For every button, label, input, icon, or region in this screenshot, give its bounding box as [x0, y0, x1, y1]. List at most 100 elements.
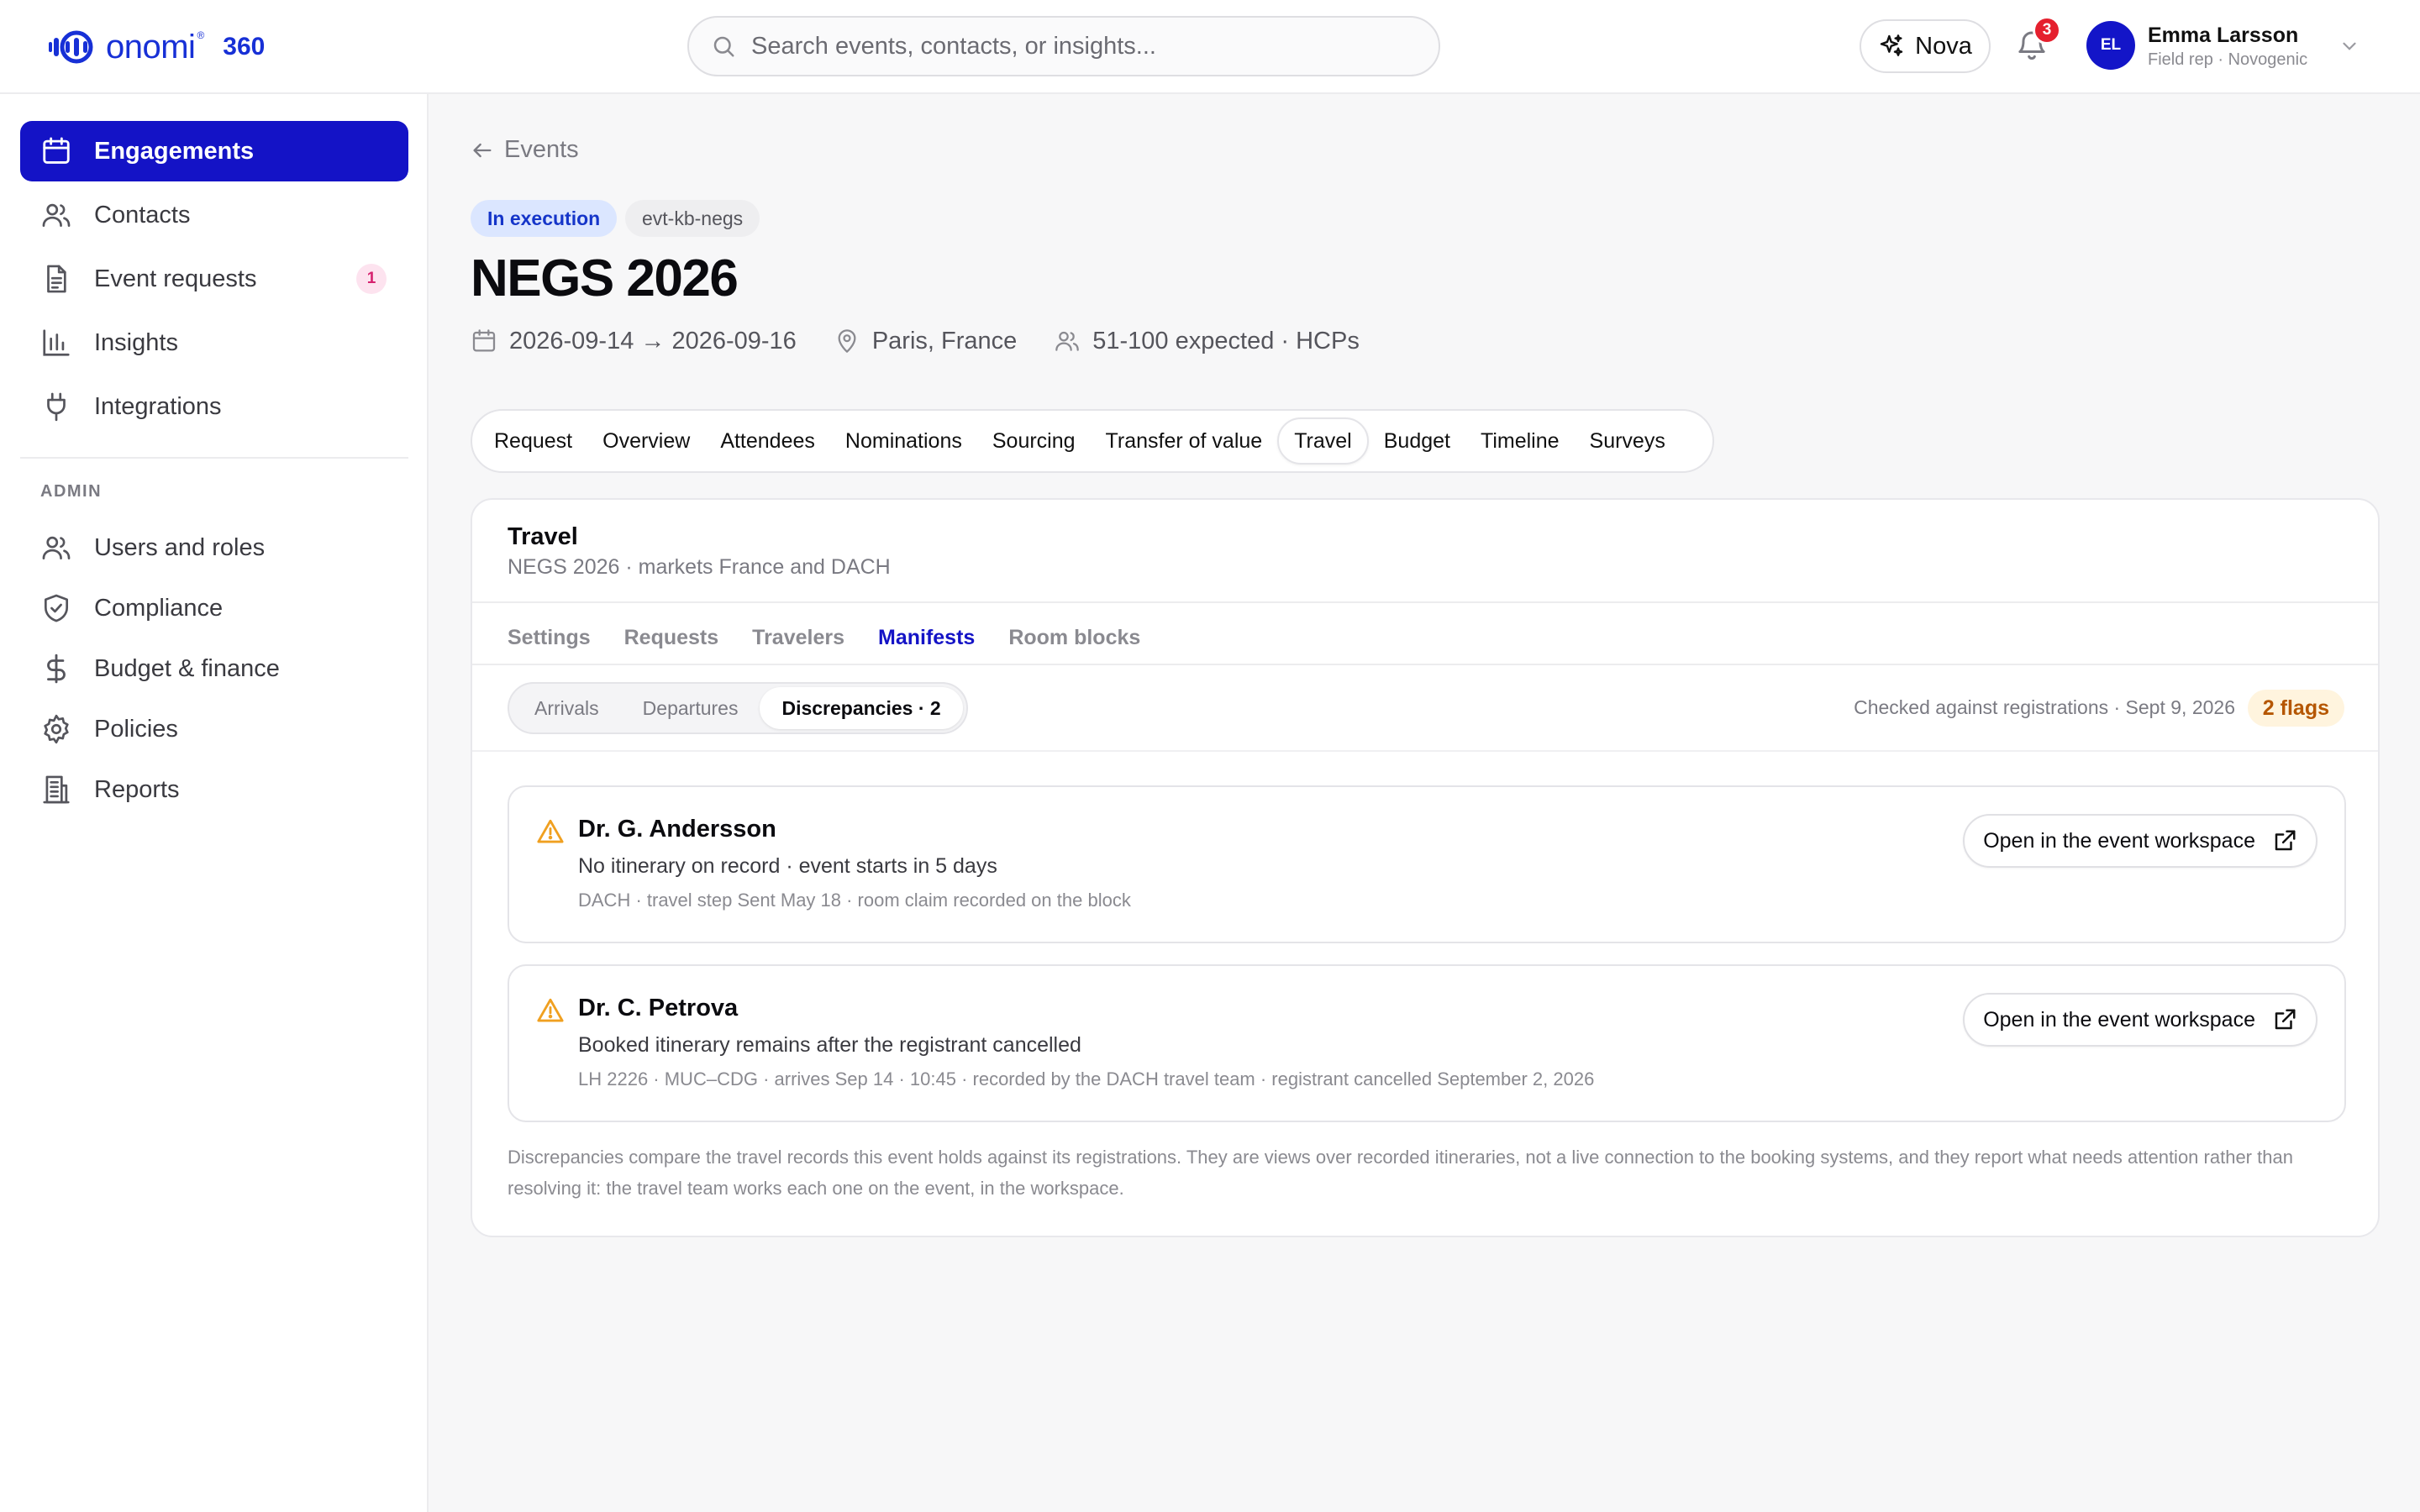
- sidebar-item-insights[interactable]: Insights: [20, 312, 408, 373]
- discrepancy-description: No itinerary on record · event starts in…: [578, 854, 997, 878]
- sidebar-item-label: Integrations: [94, 392, 222, 420]
- segment-discrepancies[interactable]: Discrepancies · 2: [760, 687, 963, 729]
- tab-nominations[interactable]: Nominations: [830, 417, 977, 465]
- tab-budget[interactable]: Budget: [1369, 417, 1465, 465]
- sidebar-item-policies[interactable]: Policies: [20, 699, 408, 759]
- discrepancy-name: Dr. G. Andersson: [578, 816, 776, 843]
- travel-panel: Travel NEGS 2026 · markets France and DA…: [471, 498, 2380, 1237]
- event-dates-text: 2026-09-14 → 2026-09-16: [509, 327, 797, 354]
- tab-request[interactable]: Request: [479, 417, 587, 465]
- event-attendance: 51-100 expected · HCPs: [1054, 328, 1360, 355]
- segment-departures[interactable]: Departures: [621, 687, 760, 729]
- back-to-events-link[interactable]: Events: [471, 136, 579, 164]
- status-badge: In execution: [471, 200, 618, 237]
- map-pin-icon: [838, 329, 856, 353]
- user-role: Field rep · Novogenic: [2148, 50, 2308, 69]
- page-title: NEGS 2026: [471, 249, 739, 307]
- subtab-room-blocks[interactable]: Room blocks: [1008, 626, 1140, 650]
- search-input[interactable]: [751, 32, 1423, 60]
- travel-panel-subtitle: NEGS 2026 · markets France and DACH: [508, 555, 891, 579]
- divider: [472, 601, 2378, 603]
- open-in-workspace-button[interactable]: Open in the event workspace: [1963, 993, 2317, 1047]
- sidebar-section-admin: ADMIN: [40, 482, 103, 501]
- bar-chart-icon: [43, 329, 70, 356]
- sidebar-item-compliance[interactable]: Compliance: [20, 578, 408, 638]
- event-dates: 2026-09-14 → 2026-09-16: [471, 328, 797, 355]
- user-name[interactable]: Emma Larsson: [2148, 24, 2298, 48]
- tab-overview[interactable]: Overview: [587, 417, 705, 465]
- top-bar: onomi ® 360 Nova 3 EL Emma Larsson Field…: [0, 0, 2420, 94]
- external-link-icon: [2275, 1009, 2296, 1030]
- subtab-requests[interactable]: Requests: [624, 626, 719, 650]
- sidebar-item-label: Compliance: [94, 594, 224, 622]
- open-in-workspace-button[interactable]: Open in the event workspace: [1963, 814, 2317, 868]
- sidebar-item-budget-finance[interactable]: Budget & finance: [20, 638, 408, 699]
- back-link-label: Events: [504, 136, 579, 163]
- subtab-travelers[interactable]: Travelers: [752, 626, 844, 650]
- sidebar-item-label: Event requests: [94, 265, 257, 292]
- sidebar-item-label: Policies: [94, 715, 178, 743]
- open-in-workspace-label: Open in the event workspace: [1983, 828, 2255, 853]
- sidebar-item-users-and-roles[interactable]: Users and roles: [20, 517, 408, 578]
- chevron-down-icon[interactable]: [2338, 35, 2360, 57]
- sidebar-item-event-requests[interactable]: Event requests 1: [20, 249, 408, 309]
- document-icon: [47, 265, 66, 293]
- subtab-manifests[interactable]: Manifests: [878, 626, 975, 650]
- sidebar: Engagements Contacts Event requests 1 In…: [0, 94, 429, 1512]
- users-icon: [42, 536, 71, 560]
- event-location-text: Paris, France: [871, 327, 1018, 354]
- sidebar-divider: [20, 457, 408, 459]
- brand-suffix: 360: [223, 33, 266, 60]
- tab-timeline[interactable]: Timeline: [1465, 417, 1575, 465]
- sidebar-item-label: Engagements: [94, 137, 255, 165]
- discrepancies-footnote: Discrepancies compare the travel records…: [508, 1147, 2293, 1199]
- sidebar-item-reports[interactable]: Reports: [20, 759, 408, 820]
- event-requests-count-badge: 1: [356, 264, 387, 294]
- brand-registered-mark: ®: [197, 29, 205, 41]
- building-icon: [43, 775, 70, 804]
- warning-icon: [537, 998, 564, 1022]
- warning-icon: [537, 819, 564, 843]
- sidebar-item-engagements[interactable]: Engagements: [20, 121, 408, 181]
- sidebar-item-contacts[interactable]: Contacts: [20, 185, 408, 245]
- calendar-icon: [472, 329, 496, 352]
- divider: [472, 750, 2378, 752]
- search-icon: [713, 36, 734, 57]
- discrepancy-card: Dr. C. Petrova Booked itinerary remains …: [508, 964, 2346, 1122]
- event-location: Paris, France: [834, 328, 1017, 355]
- discrepancy-name: Dr. C. Petrova: [578, 995, 739, 1021]
- nova-assistant-button[interactable]: Nova: [1860, 19, 1991, 73]
- manifest-segmented-control: Arrivals Departures Discrepancies · 2: [508, 682, 968, 734]
- tab-transfer-of-value[interactable]: Transfer of value: [1091, 417, 1278, 465]
- event-id-badge: evt-kb-negs: [625, 200, 760, 237]
- users-icon: [1055, 331, 1080, 351]
- sidebar-item-integrations[interactable]: Integrations: [20, 376, 408, 437]
- sidebar-item-label: Users and roles: [94, 533, 266, 561]
- discrepancy-description: Booked itinerary remains after the regis…: [578, 1033, 1081, 1057]
- logo-mark-icon: [49, 30, 93, 64]
- user-avatar[interactable]: EL: [2086, 21, 2135, 70]
- sparkles-icon: [1880, 34, 1903, 56]
- segment-arrivals[interactable]: Arrivals: [513, 687, 621, 729]
- gear-icon: [44, 714, 69, 744]
- shield-check-icon: [44, 594, 69, 622]
- subtab-settings[interactable]: Settings: [508, 626, 591, 650]
- sidebar-item-label: Contacts: [94, 201, 191, 228]
- discrepancy-detail: LH 2226 · MUC–CDG · arrives Sep 14 · 10:…: [578, 1068, 1595, 1089]
- users-icon: [42, 203, 71, 228]
- arrow-left-icon: [473, 143, 492, 157]
- sidebar-item-label: Budget & finance: [94, 654, 280, 682]
- brand-logo[interactable]: onomi ® 360: [49, 25, 265, 69]
- tab-travel[interactable]: Travel: [1277, 417, 1369, 465]
- checked-against-note: Checked against registrations · Sept 9, …: [1854, 696, 2235, 718]
- tab-attendees[interactable]: Attendees: [705, 417, 830, 465]
- flags-count-badge: 2 flags: [2247, 690, 2344, 727]
- event-meta: 2026-09-14 → 2026-09-16 Paris, France 51…: [471, 323, 1397, 360]
- tab-sourcing[interactable]: Sourcing: [977, 417, 1091, 465]
- search-bar[interactable]: [687, 16, 1440, 76]
- divider: [472, 664, 2378, 665]
- event-attendance-text: 51-100 expected · HCPs: [1092, 327, 1360, 354]
- plug-icon: [47, 392, 66, 422]
- tab-surveys[interactable]: Surveys: [1575, 417, 1681, 465]
- calendar-icon: [43, 137, 70, 164]
